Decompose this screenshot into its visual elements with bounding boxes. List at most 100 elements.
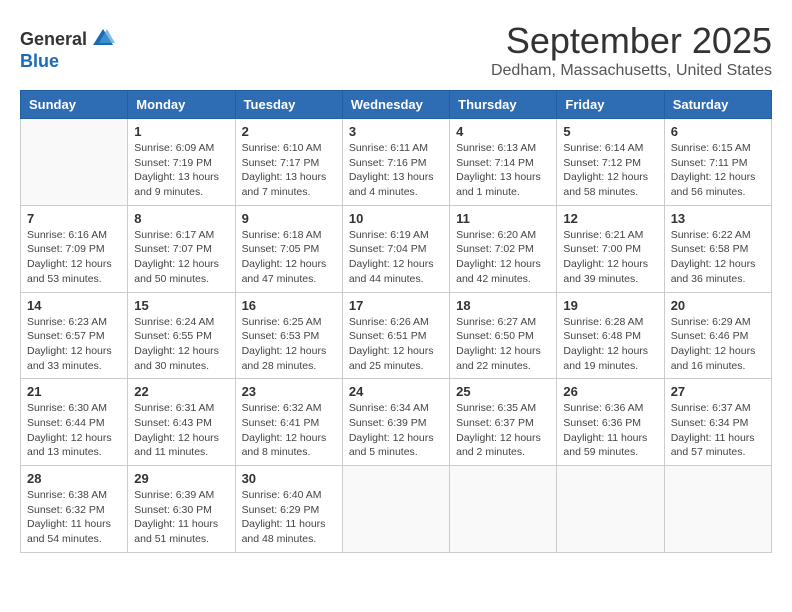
calendar-day-cell: 21Sunrise: 6:30 AMSunset: 6:44 PMDayligh… xyxy=(21,379,128,466)
calendar-day-cell: 7 Sunrise: 6:16 AMSunset: 7:09 PMDaylight… xyxy=(21,205,128,292)
calendar-day-cell xyxy=(450,466,557,553)
day-number: 9 xyxy=(242,211,336,226)
calendar-day-cell: 10 Sunrise: 6:19 AMSunset: 7:04 PMDayligh… xyxy=(342,205,449,292)
day-info: Sunrise: 6:15 AMSunset: 7:11 PMDaylight:… xyxy=(671,141,765,200)
day-of-week-header: Thursday xyxy=(450,91,557,119)
logo: General Blue xyxy=(20,25,117,73)
day-info: Sunrise: 6:36 AMSunset: 6:36 PMDaylight:… xyxy=(563,401,657,460)
calendar-day-cell: 24 Sunrise: 6:34 AMSunset: 6:39 PMDayligh… xyxy=(342,379,449,466)
day-number: 12 xyxy=(563,211,657,226)
day-info: Sunrise: 6:31 AMSunset: 6:43 PMDaylight:… xyxy=(134,401,228,460)
day-of-week-header: Sunday xyxy=(21,91,128,119)
day-info: Sunrise: 6:24 AMSunset: 6:55 PMDaylight:… xyxy=(134,315,228,374)
calendar-week-row: 7 Sunrise: 6:16 AMSunset: 7:09 PMDaylight… xyxy=(21,205,772,292)
calendar-day-cell xyxy=(557,466,664,553)
calendar-day-cell: 4 Sunrise: 6:13 AMSunset: 7:14 PMDaylight… xyxy=(450,119,557,206)
day-number: 23 xyxy=(242,384,336,399)
day-number: 2 xyxy=(242,124,336,139)
calendar-day-cell: 27 Sunrise: 6:37 AMSunset: 6:34 PMDayligh… xyxy=(664,379,771,466)
day-number: 16 xyxy=(242,298,336,313)
day-of-week-header: Friday xyxy=(557,91,664,119)
calendar-day-cell: 20 Sunrise: 6:29 AMSunset: 6:46 PMDayligh… xyxy=(664,292,771,379)
calendar-day-cell xyxy=(21,119,128,206)
calendar-day-cell: 9Sunrise: 6:18 AMSunset: 7:05 PMDaylight… xyxy=(235,205,342,292)
day-of-week-header: Tuesday xyxy=(235,91,342,119)
calendar-day-cell: 8 Sunrise: 6:17 AMSunset: 7:07 PMDaylight… xyxy=(128,205,235,292)
day-info: Sunrise: 6:32 AMSunset: 6:41 PMDaylight:… xyxy=(242,401,336,460)
day-info: Sunrise: 6:21 AMSunset: 7:00 PMDaylight:… xyxy=(563,228,657,287)
day-info: Sunrise: 6:30 AMSunset: 6:44 PMDaylight:… xyxy=(27,401,121,460)
calendar-day-cell: 1 Sunrise: 6:09 AMSunset: 7:19 PMDaylight… xyxy=(128,119,235,206)
day-number: 11 xyxy=(456,211,550,226)
calendar-day-cell: 14 Sunrise: 6:23 AMSunset: 6:57 PMDayligh… xyxy=(21,292,128,379)
day-number: 10 xyxy=(349,211,443,226)
calendar-day-cell: 2Sunrise: 6:10 AMSunset: 7:17 PMDaylight… xyxy=(235,119,342,206)
day-number: 26 xyxy=(563,384,657,399)
day-number: 19 xyxy=(563,298,657,313)
calendar: SundayMondayTuesdayWednesdayThursdayFrid… xyxy=(20,90,772,553)
day-info: Sunrise: 6:40 AMSunset: 6:29 PMDaylight:… xyxy=(242,488,336,547)
day-info: Sunrise: 6:16 AMSunset: 7:09 PMDaylight:… xyxy=(27,228,121,287)
day-of-week-header: Saturday xyxy=(664,91,771,119)
day-info: Sunrise: 6:11 AMSunset: 7:16 PMDaylight:… xyxy=(349,141,443,200)
calendar-day-cell: 22Sunrise: 6:31 AMSunset: 6:43 PMDayligh… xyxy=(128,379,235,466)
calendar-week-row: 14 Sunrise: 6:23 AMSunset: 6:57 PMDayligh… xyxy=(21,292,772,379)
day-info: Sunrise: 6:29 AMSunset: 6:46 PMDaylight:… xyxy=(671,315,765,374)
day-info: Sunrise: 6:27 AMSunset: 6:50 PMDaylight:… xyxy=(456,315,550,374)
day-info: Sunrise: 6:26 AMSunset: 6:51 PMDaylight:… xyxy=(349,315,443,374)
day-number: 30 xyxy=(242,471,336,486)
calendar-week-row: 28Sunrise: 6:38 AMSunset: 6:32 PMDayligh… xyxy=(21,466,772,553)
calendar-day-cell: 16Sunrise: 6:25 AMSunset: 6:53 PMDayligh… xyxy=(235,292,342,379)
logo-blue-text: Blue xyxy=(20,51,59,71)
calendar-day-cell: 18 Sunrise: 6:27 AMSunset: 6:50 PMDayligh… xyxy=(450,292,557,379)
calendar-day-cell: 23 Sunrise: 6:32 AMSunset: 6:41 PMDayligh… xyxy=(235,379,342,466)
day-info: Sunrise: 6:19 AMSunset: 7:04 PMDaylight:… xyxy=(349,228,443,287)
calendar-day-cell: 30 Sunrise: 6:40 AMSunset: 6:29 PMDayligh… xyxy=(235,466,342,553)
day-number: 25 xyxy=(456,384,550,399)
calendar-header-row: SundayMondayTuesdayWednesdayThursdayFrid… xyxy=(21,91,772,119)
day-number: 5 xyxy=(563,124,657,139)
calendar-day-cell: 25Sunrise: 6:35 AMSunset: 6:37 PMDayligh… xyxy=(450,379,557,466)
calendar-day-cell: 3Sunrise: 6:11 AMSunset: 7:16 PMDaylight… xyxy=(342,119,449,206)
location-title: Dedham, Massachusetts, United States xyxy=(491,62,772,80)
calendar-day-cell: 26 Sunrise: 6:36 AMSunset: 6:36 PMDayligh… xyxy=(557,379,664,466)
day-number: 1 xyxy=(134,124,228,139)
day-info: Sunrise: 6:13 AMSunset: 7:14 PMDaylight:… xyxy=(456,141,550,200)
day-number: 7 xyxy=(27,211,121,226)
day-number: 28 xyxy=(27,471,121,486)
day-number: 20 xyxy=(671,298,765,313)
calendar-week-row: 21Sunrise: 6:30 AMSunset: 6:44 PMDayligh… xyxy=(21,379,772,466)
day-number: 17 xyxy=(349,298,443,313)
day-number: 18 xyxy=(456,298,550,313)
day-number: 24 xyxy=(349,384,443,399)
calendar-day-cell xyxy=(342,466,449,553)
calendar-day-cell: 19 Sunrise: 6:28 AMSunset: 6:48 PMDayligh… xyxy=(557,292,664,379)
calendar-day-cell xyxy=(664,466,771,553)
calendar-week-row: 1 Sunrise: 6:09 AMSunset: 7:19 PMDaylight… xyxy=(21,119,772,206)
day-number: 15 xyxy=(134,298,228,313)
logo-general-text: General xyxy=(20,29,87,49)
day-info: Sunrise: 6:22 AMSunset: 6:58 PMDaylight:… xyxy=(671,228,765,287)
day-number: 27 xyxy=(671,384,765,399)
day-number: 14 xyxy=(27,298,121,313)
calendar-day-cell: 11Sunrise: 6:20 AMSunset: 7:02 PMDayligh… xyxy=(450,205,557,292)
day-info: Sunrise: 6:17 AMSunset: 7:07 PMDaylight:… xyxy=(134,228,228,287)
calendar-day-cell: 13 Sunrise: 6:22 AMSunset: 6:58 PMDayligh… xyxy=(664,205,771,292)
month-title: September 2025 xyxy=(491,20,772,62)
day-number: 13 xyxy=(671,211,765,226)
calendar-day-cell: 15 Sunrise: 6:24 AMSunset: 6:55 PMDayligh… xyxy=(128,292,235,379)
day-info: Sunrise: 6:34 AMSunset: 6:39 PMDaylight:… xyxy=(349,401,443,460)
calendar-day-cell: 28Sunrise: 6:38 AMSunset: 6:32 PMDayligh… xyxy=(21,466,128,553)
day-number: 6 xyxy=(671,124,765,139)
title-area: September 2025 Dedham, Massachusetts, Un… xyxy=(491,20,772,80)
day-info: Sunrise: 6:09 AMSunset: 7:19 PMDaylight:… xyxy=(134,141,228,200)
calendar-day-cell: 29Sunrise: 6:39 AMSunset: 6:30 PMDayligh… xyxy=(128,466,235,553)
day-number: 8 xyxy=(134,211,228,226)
day-of-week-header: Wednesday xyxy=(342,91,449,119)
calendar-day-cell: 17 Sunrise: 6:26 AMSunset: 6:51 PMDayligh… xyxy=(342,292,449,379)
calendar-day-cell: 5Sunrise: 6:14 AMSunset: 7:12 PMDaylight… xyxy=(557,119,664,206)
day-info: Sunrise: 6:23 AMSunset: 6:57 PMDaylight:… xyxy=(27,315,121,374)
day-info: Sunrise: 6:28 AMSunset: 6:48 PMDaylight:… xyxy=(563,315,657,374)
day-info: Sunrise: 6:37 AMSunset: 6:34 PMDaylight:… xyxy=(671,401,765,460)
day-number: 4 xyxy=(456,124,550,139)
